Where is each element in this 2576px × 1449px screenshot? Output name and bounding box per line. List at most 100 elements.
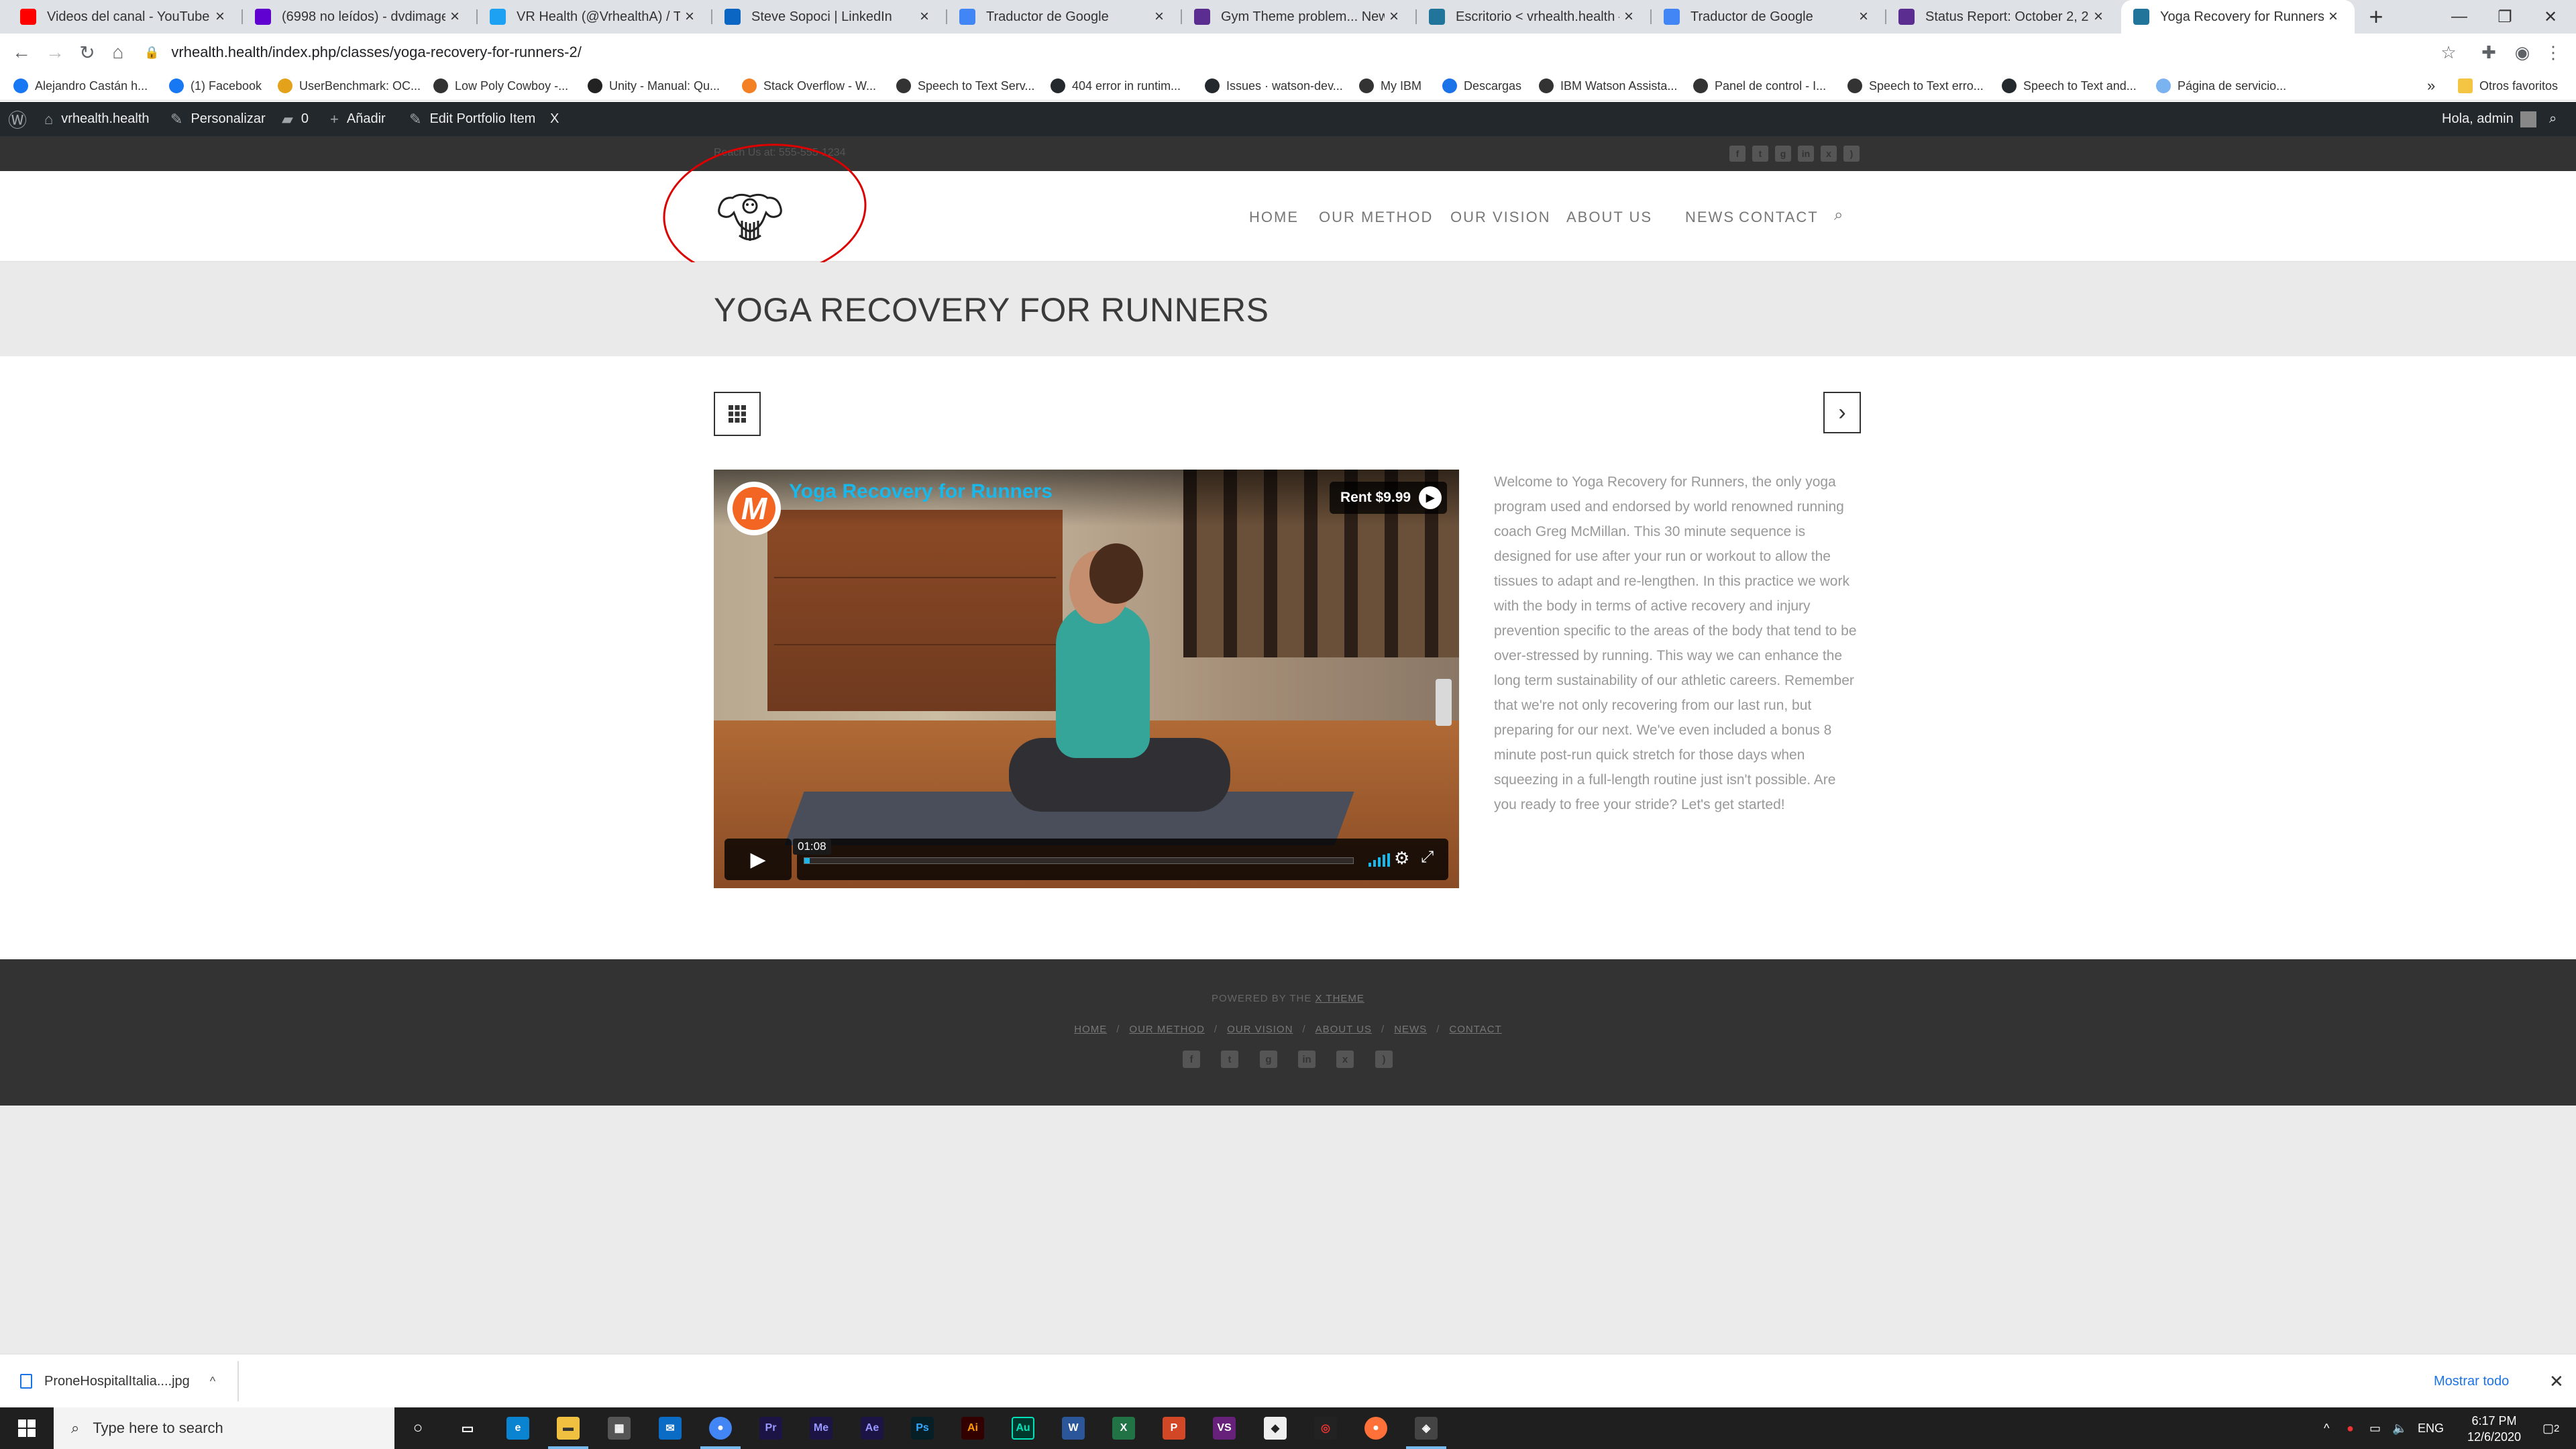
illustrator-icon[interactable]: Ai: [961, 1417, 984, 1440]
brand-logo-icon[interactable]: M: [727, 482, 781, 535]
powerpoint-icon[interactable]: P: [1163, 1417, 1185, 1440]
word-icon[interactable]: W: [1062, 1417, 1085, 1440]
clock[interactable]: 6:17 PM 12/6/2020: [2454, 1413, 2534, 1445]
next-item-button[interactable]: ›: [1823, 392, 1861, 433]
browser-tab[interactable]: Status Report: October 2, 2020×: [1886, 0, 2120, 34]
close-window-button[interactable]: ✕: [2524, 0, 2576, 34]
footer-home[interactable]: HOME: [1074, 1024, 1107, 1035]
close-tab-icon[interactable]: ×: [1385, 7, 1403, 26]
bookmark-item[interactable]: Speech to Text erro...: [1847, 71, 1984, 101]
reload-icon[interactable]: ↻: [74, 39, 101, 66]
bookmark-item[interactable]: Stack Overflow - W...: [742, 71, 876, 101]
firefox-icon[interactable]: ●: [1364, 1417, 1387, 1440]
wordpress-logo-icon[interactable]: Ⓦ: [8, 102, 27, 136]
browser-tab[interactable]: Gym Theme problem... News P×: [1182, 0, 1415, 34]
nav-our-vision[interactable]: OUR VISION: [1450, 209, 1551, 226]
close-icon[interactable]: ✕: [2549, 1368, 2564, 1395]
linkedin-icon[interactable]: in: [1298, 1051, 1316, 1068]
volume-tray-icon[interactable]: 🔈: [2392, 1407, 2407, 1449]
browser-tab[interactable]: Escritorio < vrhealth.health — W×: [1417, 0, 1650, 34]
twitter-icon[interactable]: t: [1752, 146, 1768, 162]
bookmark-item[interactable]: UserBenchmark: OC...: [278, 71, 421, 101]
chevron-up-icon[interactable]: ^: [210, 1375, 215, 1389]
forward-icon[interactable]: →: [42, 39, 68, 66]
address-bar[interactable]: 🔒 vrhealth.health/index.php/classes/yoga…: [144, 38, 2452, 67]
footer-news[interactable]: NEWS: [1394, 1024, 1427, 1035]
x-theme-link[interactable]: X THEME: [1316, 993, 1364, 1004]
new-tab-button[interactable]: +: [2361, 0, 2391, 34]
admin-customize-link[interactable]: ✎ Personalizar: [170, 102, 266, 136]
taskbar-search-input[interactable]: ⌕ Type here to search: [54, 1407, 394, 1449]
footer-contact[interactable]: CONTACT: [1449, 1024, 1501, 1035]
media-encoder-icon[interactable]: Me: [810, 1417, 833, 1440]
linkedin-icon[interactable]: in: [1798, 146, 1814, 162]
bookmark-item[interactable]: (1) Facebook: [169, 71, 262, 101]
browser-tab[interactable]: Traductor de Google ×: [947, 0, 1181, 34]
browser-tab[interactable]: Steve Sopoci | LinkedIn ×: [712, 0, 946, 34]
chrome-icon[interactable]: ●: [709, 1417, 732, 1440]
rss-icon[interactable]: ): [1375, 1051, 1393, 1068]
network-icon[interactable]: ▭: [2369, 1407, 2381, 1449]
footer-our-vision[interactable]: OUR VISION: [1227, 1024, 1293, 1035]
close-tab-icon[interactable]: ×: [915, 7, 934, 26]
footer-our-method[interactable]: OUR METHOD: [1129, 1024, 1205, 1035]
admin-add-link[interactable]: + Añadir: [330, 102, 386, 136]
close-tab-icon[interactable]: ×: [1854, 7, 1873, 26]
menu-icon[interactable]: ⋮: [2540, 39, 2567, 66]
browser-tab[interactable]: Traductor de Google ×: [1652, 0, 1885, 34]
google-plus-icon[interactable]: g: [1775, 146, 1791, 162]
visual-studio-icon[interactable]: VS: [1213, 1417, 1236, 1440]
admin-account-link[interactable]: Hola, admin: [2442, 102, 2536, 136]
close-tab-icon[interactable]: ×: [680, 7, 699, 26]
close-tab-icon[interactable]: ×: [2089, 7, 2108, 26]
star-icon[interactable]: ☆: [2435, 39, 2462, 66]
photoshop-icon[interactable]: Ps: [911, 1417, 934, 1440]
bookmark-item[interactable]: Descargas: [1442, 71, 1521, 101]
unity-icon[interactable]: ◆: [1264, 1417, 1287, 1440]
admin-site-link[interactable]: ⌂ vrhealth.health: [44, 102, 150, 136]
facebook-icon[interactable]: f: [1183, 1051, 1200, 1068]
excel-icon[interactable]: X: [1112, 1417, 1135, 1440]
other-bookmarks[interactable]: Otros favoritos: [2458, 71, 2558, 101]
bookmark-item[interactable]: Low Poly Cowboy -...: [433, 71, 568, 101]
notifications-icon[interactable]: ▢ 2: [2542, 1407, 2559, 1449]
bookmark-item[interactable]: Alejandro Castán h...: [13, 71, 148, 101]
browser-tab[interactable]: (6998 no leídos) - dvdimagen@×: [243, 0, 476, 34]
app-icon[interactable]: ◈: [1415, 1417, 1438, 1440]
xing-icon[interactable]: x: [1821, 146, 1837, 162]
cortana-icon[interactable]: ○: [407, 1417, 429, 1440]
gear-icon[interactable]: ⚙: [1394, 848, 1409, 869]
twitter-icon[interactable]: t: [1221, 1051, 1238, 1068]
admin-x-link[interactable]: X: [550, 102, 559, 136]
nav-contact[interactable]: CONTACT: [1739, 209, 1819, 226]
back-icon[interactable]: ←: [8, 39, 35, 66]
audition-icon[interactable]: Au: [1012, 1417, 1034, 1440]
browser-tab[interactable]: Videos del canal - YouTube Stu×: [8, 0, 241, 34]
bookmark-item[interactable]: IBM Watson Assista...: [1539, 71, 1677, 101]
nav-home[interactable]: HOME: [1249, 209, 1299, 226]
close-tab-icon[interactable]: ×: [445, 7, 464, 26]
profile-icon[interactable]: ◉: [2509, 39, 2536, 66]
after-effects-icon[interactable]: Ae: [861, 1417, 883, 1440]
download-item[interactable]: ProneHospitalItalia....jpg ^: [20, 1368, 215, 1395]
footer-about-us[interactable]: ABOUT US: [1316, 1024, 1372, 1035]
browser-tab[interactable]: Yoga Recovery for Runners | vr×: [2121, 0, 2355, 34]
edge-icon[interactable]: e: [506, 1417, 529, 1440]
close-tab-icon[interactable]: ×: [2324, 7, 2343, 26]
browser-tab[interactable]: VR Health (@VrhealthA) / Twitt×: [478, 0, 711, 34]
nav-search-icon[interactable]: ⌕: [1834, 206, 1843, 225]
video-title[interactable]: Yoga Recovery for Runners: [789, 480, 1053, 503]
fullscreen-icon[interactable]: ⤢: [1421, 848, 1434, 867]
close-tab-icon[interactable]: ×: [1619, 7, 1638, 26]
tray-chevron-icon[interactable]: ^: [2324, 1407, 2329, 1449]
nav-our-method[interactable]: OUR METHOD: [1319, 209, 1433, 226]
nav-news[interactable]: NEWS: [1685, 209, 1735, 226]
file-explorer-icon[interactable]: ▬: [557, 1417, 580, 1440]
bookmark-item[interactable]: My IBM: [1359, 71, 1421, 101]
bookmark-item[interactable]: Speech to Text Serv...: [896, 71, 1034, 101]
close-tab-icon[interactable]: ×: [1150, 7, 1169, 26]
bookmark-item[interactable]: Panel de control - I...: [1693, 71, 1826, 101]
bookmark-item[interactable]: Issues · watson-dev...: [1205, 71, 1343, 101]
show-all-downloads-button[interactable]: Mostrar todo: [2434, 1368, 2509, 1395]
bookmark-item[interactable]: Página de servicio...: [2156, 71, 2286, 101]
